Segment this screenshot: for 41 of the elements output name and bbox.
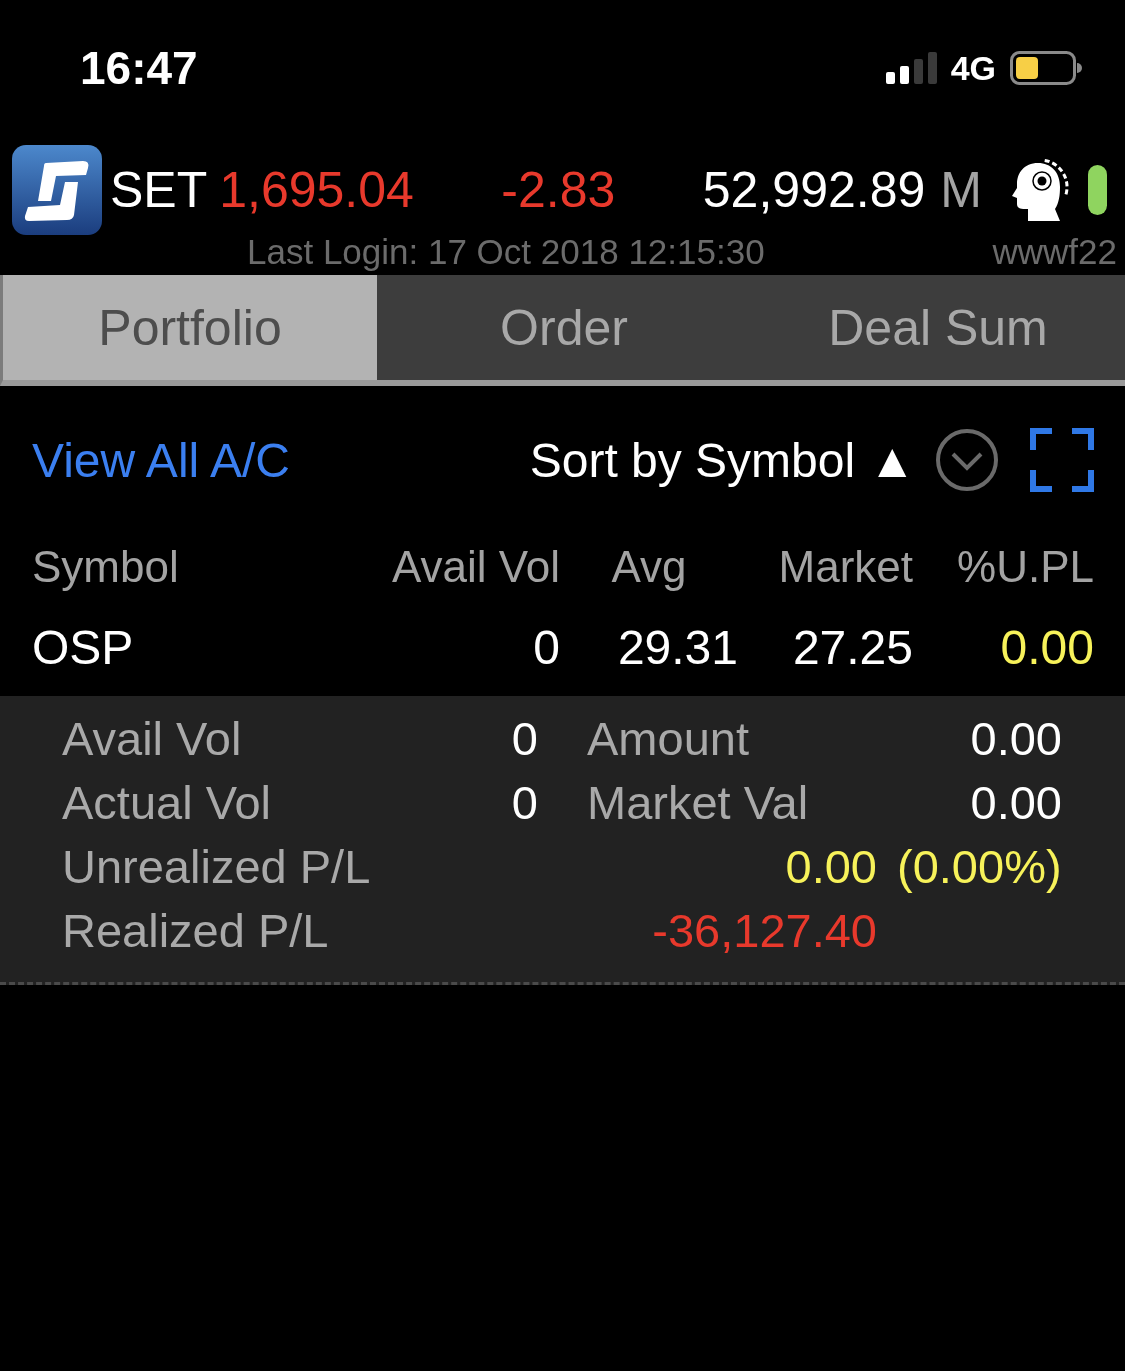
- table-cell-text: 29.31: [616, 620, 738, 676]
- network-label: 4G: [950, 51, 996, 85]
- turnover-unit: M: [940, 165, 982, 215]
- head-icon[interactable]: [1010, 157, 1070, 223]
- table-cell-text: OSP: [32, 620, 135, 676]
- view-all-accounts-link[interactable]: View All A/C: [32, 432, 290, 488]
- index-name: SET: [110, 165, 208, 215]
- status-indicator-icon: [1088, 165, 1107, 215]
- chevron-down-circle-icon[interactable]: [936, 429, 998, 491]
- table-cell-text: 27.25: [791, 620, 913, 676]
- profit-loss-value: -36,127.40: [651, 906, 877, 954]
- logo-icon: [12, 145, 102, 235]
- detail-value: 0.00: [969, 778, 1062, 826]
- detail-label: Avail Vol: [62, 714, 243, 762]
- column-header: %U.PL: [956, 541, 1094, 593]
- table-cell-text: 0.00: [999, 620, 1094, 676]
- last-login-text: Last Login: 17 Oct 2018 12:15:30: [247, 235, 765, 273]
- detail-label: Realized P/L: [62, 906, 330, 954]
- signal-icon: [885, 52, 937, 84]
- detail-label: Amount: [586, 714, 750, 762]
- profit-loss-value: 0.00: [784, 842, 877, 890]
- user-id: wwwf22: [992, 235, 1117, 273]
- column-header: Avg: [610, 541, 688, 593]
- index-value: 1,695.04: [219, 165, 415, 215]
- clock-time: 16:47: [80, 45, 198, 91]
- detail-label: Unrealized P/L: [62, 842, 372, 890]
- column-header: Symbol: [32, 541, 180, 593]
- detail-value: 0.00: [969, 714, 1062, 762]
- fullscreen-icon[interactable]: [1030, 428, 1094, 492]
- detail-label: Market Val: [586, 778, 810, 826]
- column-header: Market: [777, 541, 913, 593]
- detail-label: Actual Vol: [62, 778, 273, 826]
- tab[interactable]: Portfolio: [3, 275, 377, 380]
- turnover-value: 52,992.89: [701, 165, 926, 215]
- table-cell-text: 0: [532, 620, 560, 676]
- detail-value: 0: [510, 778, 538, 826]
- battery-icon: [1010, 51, 1082, 85]
- column-header: Avail Vol: [391, 541, 560, 593]
- detail-value: 0: [510, 714, 538, 762]
- index-change: -2.83: [500, 165, 616, 215]
- sort-button[interactable]: Sort by Symbol ▲: [529, 432, 916, 488]
